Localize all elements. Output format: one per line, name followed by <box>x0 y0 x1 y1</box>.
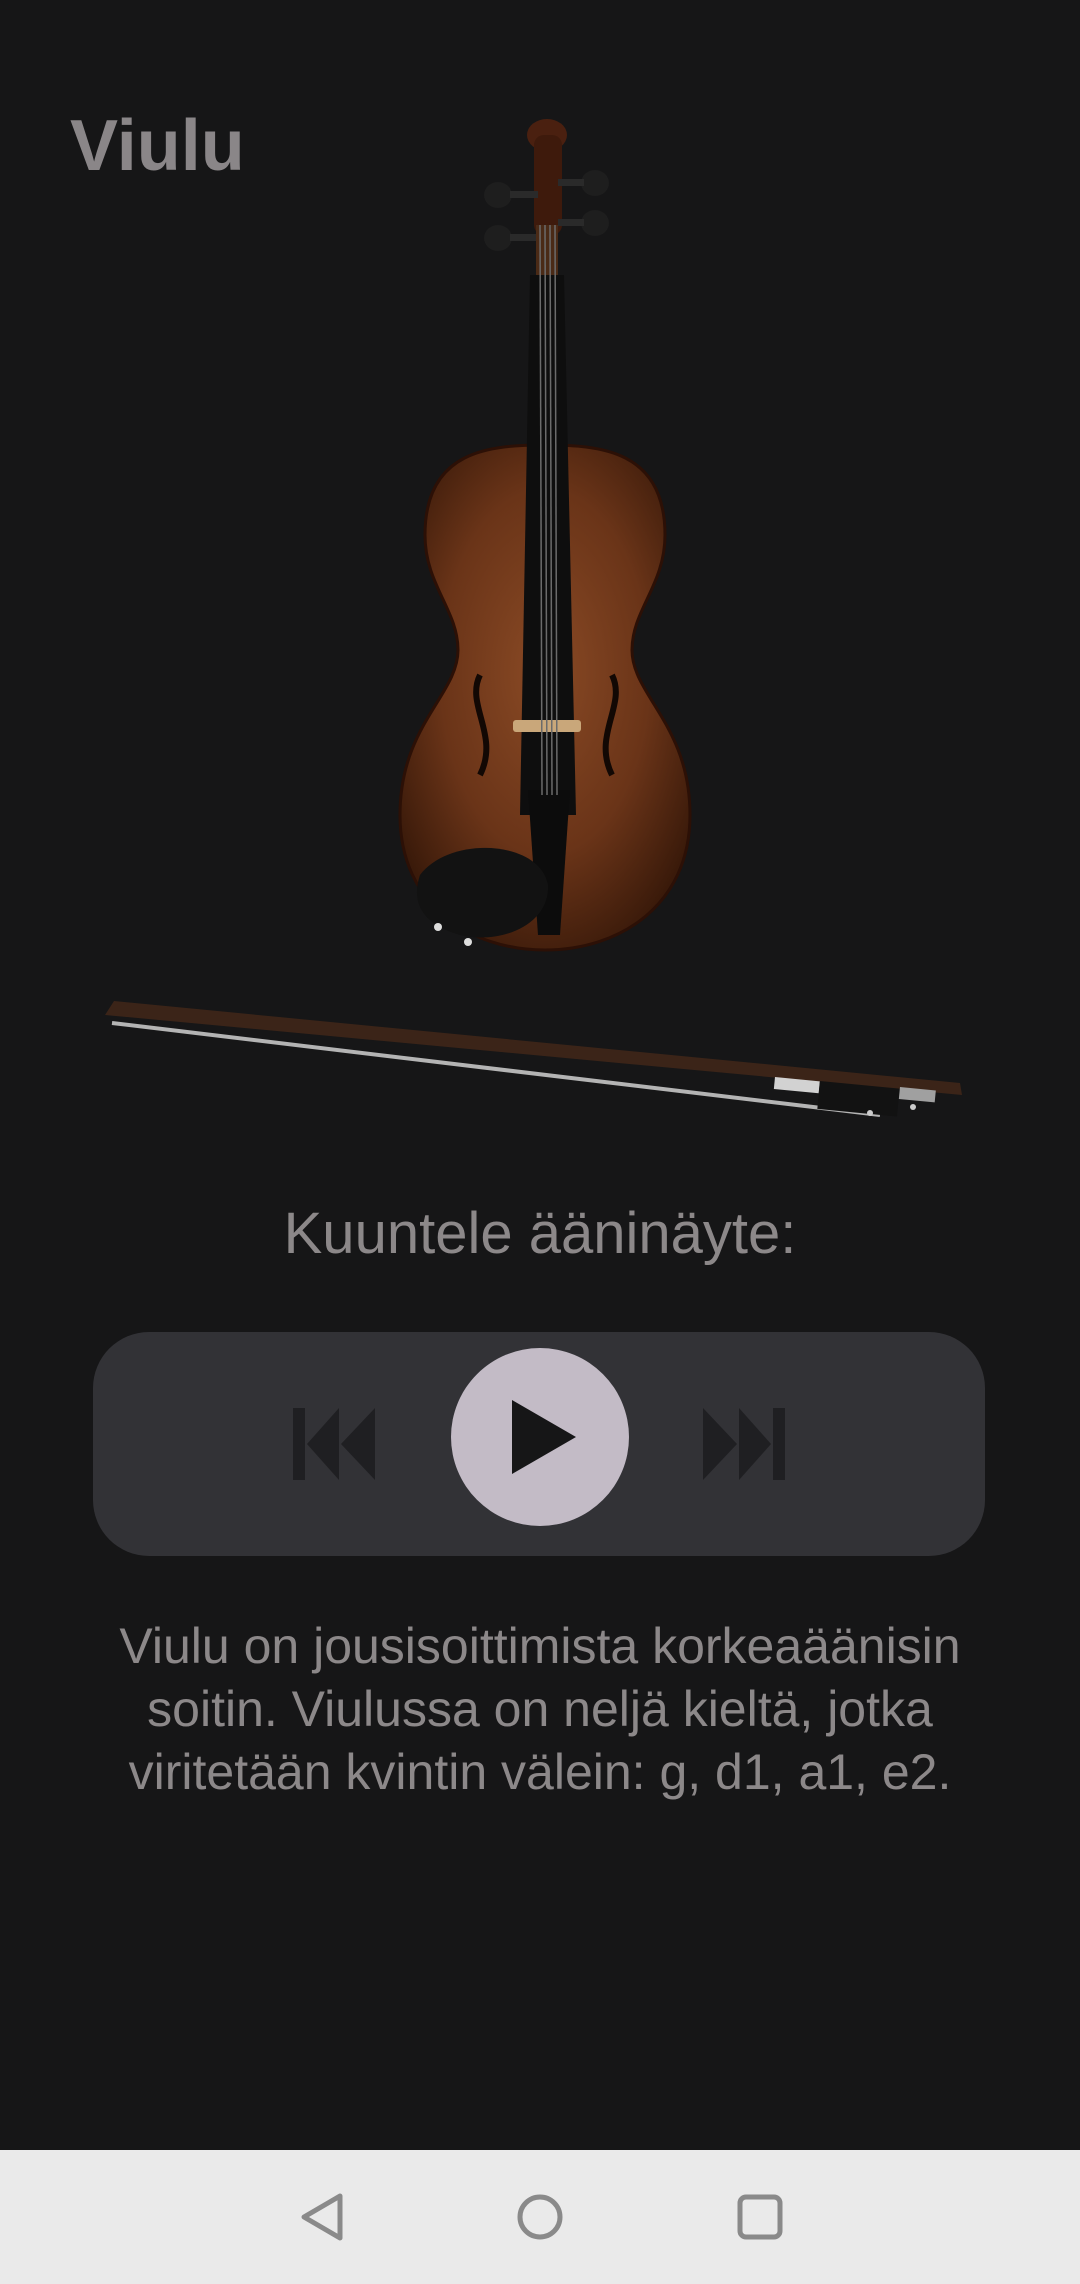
nav-home-button[interactable] <box>495 2172 585 2262</box>
audio-player <box>93 1332 985 1556</box>
violin-image <box>398 119 692 952</box>
skip-previous-icon <box>293 1408 375 1480</box>
back-triangle-icon <box>301 2193 343 2241</box>
play-button[interactable] <box>451 1348 629 1526</box>
system-navigation-bar <box>0 2150 1080 2284</box>
nav-recents-button[interactable] <box>715 2172 805 2262</box>
nav-back-button[interactable] <box>277 2172 367 2262</box>
skip-next-button[interactable] <box>689 1394 799 1494</box>
home-circle-icon <box>517 2194 563 2240</box>
page-title: Viulu <box>70 106 245 186</box>
play-icon <box>512 1400 576 1474</box>
violin-description: Viulu on jousisoittimista korkeaäänisin … <box>119 1618 961 1800</box>
listen-sample-label: Kuuntele ääninäyte: <box>283 1201 797 1266</box>
skip-next-icon <box>703 1408 785 1480</box>
bow-image <box>105 1001 962 1117</box>
recents-square-icon <box>737 2194 783 2240</box>
skip-previous-button[interactable] <box>279 1394 389 1494</box>
